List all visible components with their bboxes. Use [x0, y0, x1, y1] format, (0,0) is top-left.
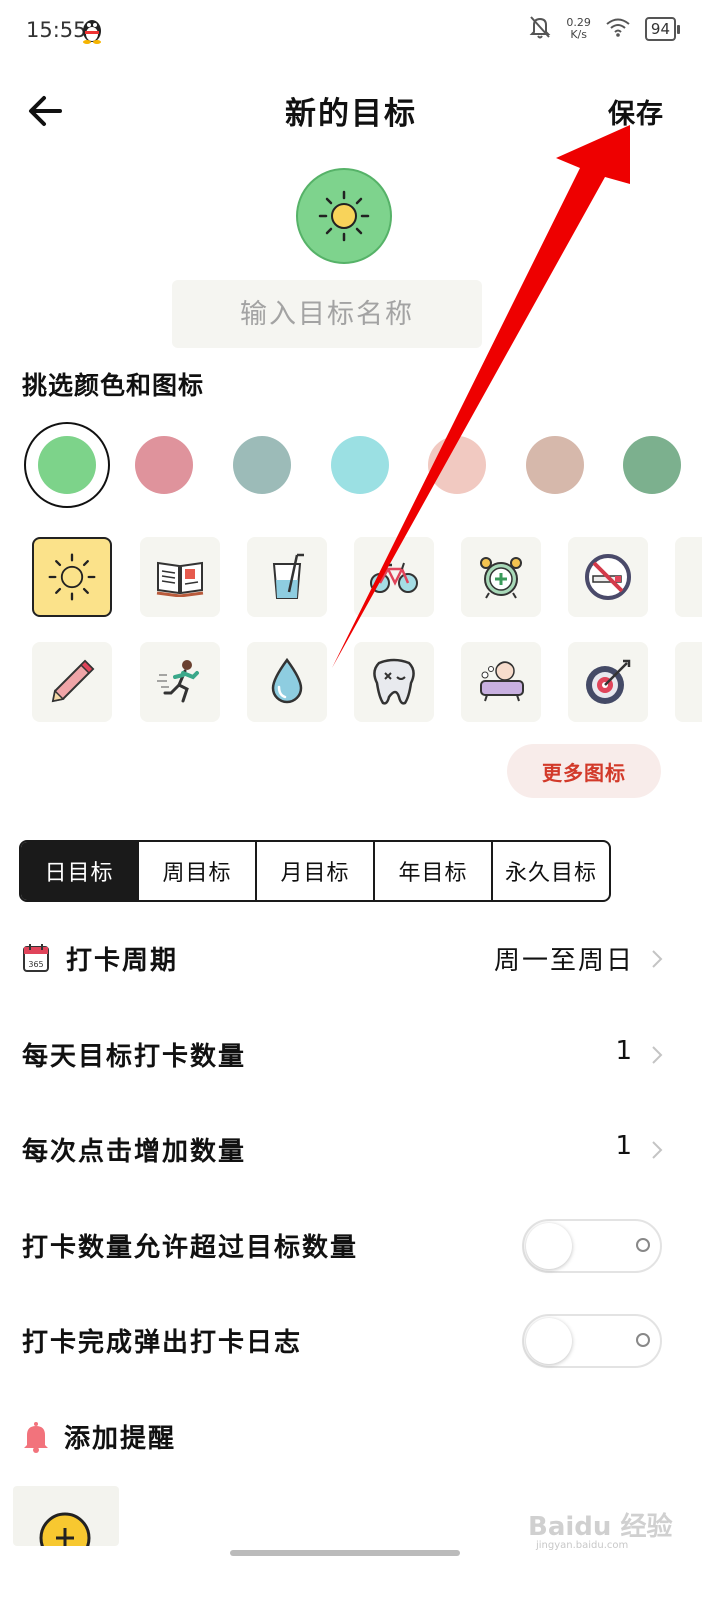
tab-yearly-goal[interactable]: 年目标: [373, 842, 491, 900]
color-swatch-tan[interactable]: [526, 436, 584, 494]
allow-exceed-toggle[interactable]: [522, 1219, 662, 1273]
sun-icon: [318, 190, 370, 242]
net-speed-unit: K/s: [570, 28, 587, 41]
toggle-off-indicator: [636, 1238, 650, 1252]
battery-level: 94: [644, 17, 681, 41]
increment-label: 每次点击增加数量: [22, 1137, 247, 1167]
increment-value[interactable]: 1: [615, 1131, 634, 1161]
book-icon: [156, 561, 204, 597]
icon-tile-water[interactable]: [247, 642, 327, 722]
color-swatch-grey-teal[interactable]: [233, 436, 291, 494]
icon-tile-pencil[interactable]: [32, 642, 112, 722]
daily-target-value[interactable]: 1: [615, 1036, 634, 1066]
calendar-icon: 365: [22, 943, 50, 973]
watermark-logo: Baidu 经验: [528, 1512, 673, 1542]
goal-icon-preview[interactable]: [296, 168, 392, 264]
tab-monthly-goal[interactable]: 月目标: [255, 842, 373, 900]
water-drop-icon: [271, 657, 303, 704]
tab-weekly-goal[interactable]: 周目标: [137, 842, 255, 900]
color-swatch-green[interactable]: [38, 436, 96, 494]
more-icons-button[interactable]: 更多图标: [507, 744, 661, 798]
mute-bell-icon: [528, 14, 552, 44]
icon-tile-book[interactable]: [140, 537, 220, 617]
tab-permanent-goal[interactable]: 永久目标: [491, 842, 609, 900]
icon-tile-bicycle[interactable]: [354, 537, 434, 617]
icon-tile-tooth[interactable]: [354, 642, 434, 722]
icon-tile-no-smoking[interactable]: [568, 537, 648, 617]
toggle-knob: [526, 1318, 572, 1364]
icon-tile-partial[interactable]: [675, 537, 702, 617]
page-title: 新的目标: [285, 96, 417, 132]
popup-log-toggle[interactable]: [522, 1314, 662, 1368]
toggle-knob: [526, 1223, 572, 1269]
drink-glass-icon: [272, 553, 304, 599]
chevron-right-icon[interactable]: [650, 1044, 664, 1066]
icon-tile-running[interactable]: [140, 642, 220, 722]
bath-tub-icon: [480, 661, 524, 702]
period-label: 打卡周期: [66, 946, 179, 976]
icon-tile-bath[interactable]: [461, 642, 541, 722]
color-swatch-dark-green[interactable]: [623, 436, 681, 494]
network-speed: 0.29 K/s: [566, 17, 591, 41]
alarm-clock-icon: [480, 557, 522, 599]
color-swatch-pink[interactable]: [135, 436, 193, 494]
popup-log-label: 打卡完成弹出打卡日志: [22, 1328, 303, 1358]
home-indicator[interactable]: [230, 1550, 460, 1556]
icon-tile-target[interactable]: [568, 642, 648, 722]
plus-circle-icon: [39, 1512, 91, 1546]
color-swatch-cyan[interactable]: [331, 436, 389, 494]
picker-label: 挑选颜色和图标: [22, 371, 205, 400]
toggle-off-indicator: [636, 1333, 650, 1347]
sun-icon: [48, 553, 96, 601]
icon-tile-partial[interactable]: [675, 642, 702, 722]
chevron-right-icon[interactable]: [650, 948, 664, 970]
icon-tile-sun[interactable]: [32, 537, 112, 617]
wifi-icon: [605, 17, 631, 41]
no-smoking-icon: [585, 554, 631, 600]
qq-penguin-icon: [80, 16, 104, 44]
period-value[interactable]: 周一至周日: [494, 940, 634, 977]
save-button[interactable]: 保存: [608, 92, 664, 131]
allow-exceed-label: 打卡数量允许超过目标数量: [22, 1233, 359, 1263]
bicycle-icon: [370, 562, 418, 593]
watermark-url: jingyan.baidu.com: [536, 1540, 629, 1551]
daily-target-label: 每天目标打卡数量: [22, 1042, 247, 1072]
icon-tile-alarm[interactable]: [461, 537, 541, 617]
color-swatch-peach[interactable]: [428, 436, 486, 494]
target-icon: [586, 659, 631, 704]
status-time: 15:55: [26, 18, 87, 42]
tooth-icon: [373, 658, 415, 705]
icon-tile-drink[interactable]: [247, 537, 327, 617]
status-indicators: 0.29 K/s 94: [528, 14, 681, 44]
chevron-right-icon[interactable]: [650, 1139, 664, 1161]
add-reminder-button[interactable]: [13, 1486, 119, 1546]
svg-text:365: 365: [28, 960, 43, 969]
bell-icon: [22, 1421, 50, 1453]
pencil-icon: [51, 659, 95, 703]
goal-name-input[interactable]: [172, 280, 482, 348]
goal-type-tabs: 日目标 周目标 月目标 年目标 永久目标: [19, 840, 611, 902]
reminder-label: 添加提醒: [64, 1424, 177, 1454]
running-person-icon: [157, 660, 199, 703]
tab-daily-goal[interactable]: 日目标: [21, 842, 137, 900]
